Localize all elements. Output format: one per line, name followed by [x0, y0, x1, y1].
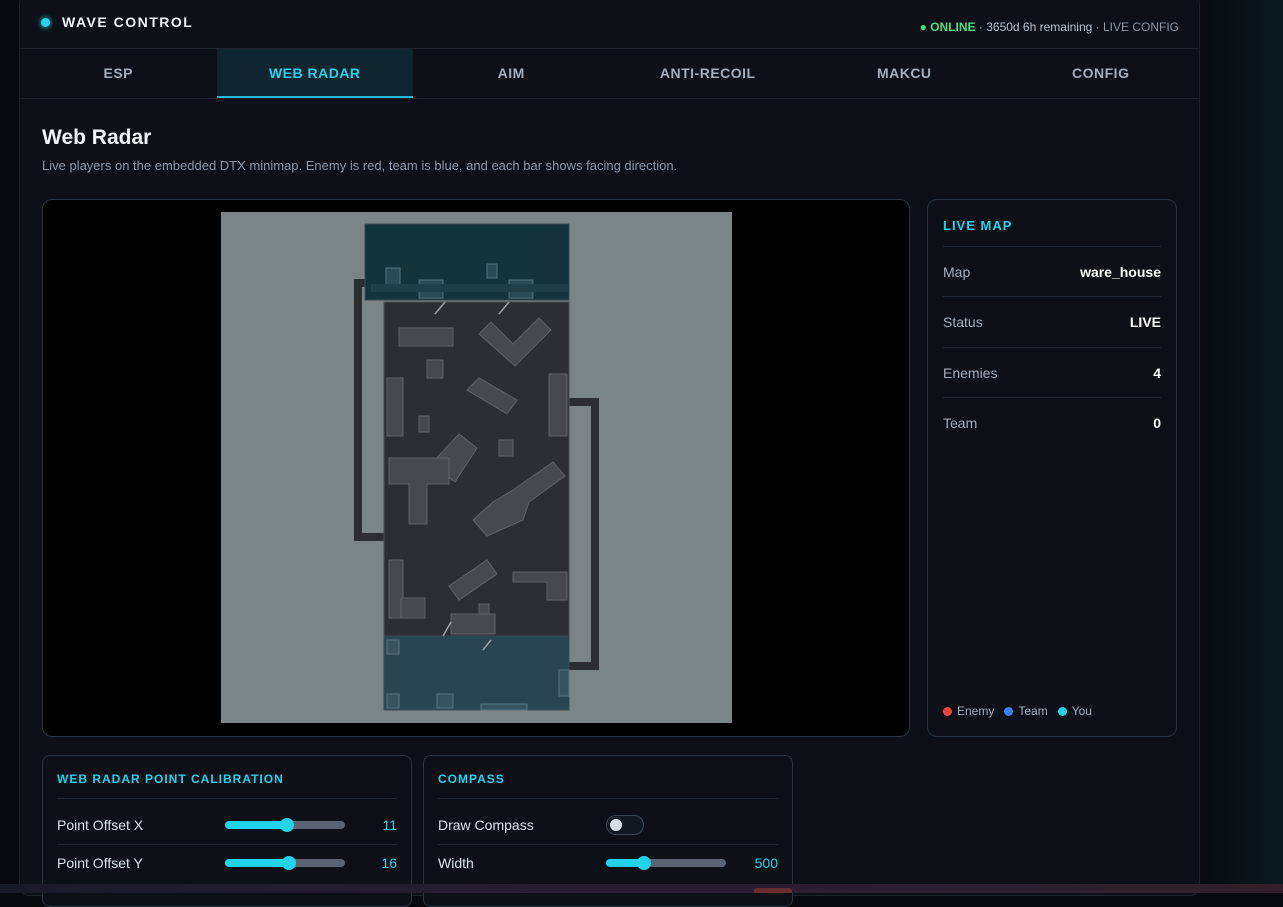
team-dot-icon: [1004, 707, 1013, 716]
legend-you: You: [1058, 704, 1092, 718]
tab-makcu[interactable]: MAKCU: [806, 49, 1003, 98]
tab-esp[interactable]: ESP: [20, 49, 217, 98]
map-value: ware_house: [1080, 264, 1161, 280]
enemies-value: 4: [1153, 365, 1161, 381]
draw-compass-label: Draw Compass: [438, 817, 606, 833]
map-label: Map: [943, 264, 970, 280]
width-label: Width: [438, 855, 606, 871]
compass-title: COMPASS: [438, 772, 505, 786]
tab-anti-recoil[interactable]: ANTI-RECOIL: [610, 49, 807, 98]
width-value: 500: [755, 855, 778, 871]
team-row: Team 0: [943, 397, 1161, 448]
you-dot-icon: [1058, 707, 1067, 716]
offset-x-slider[interactable]: [225, 821, 345, 829]
offset-x-value: 11: [382, 817, 397, 833]
status-label: Status: [943, 314, 983, 330]
live-map-title: LIVE MAP: [943, 218, 1012, 233]
brand: WAVE CONTROL: [41, 14, 193, 30]
config-mode: · LIVE CONFIG: [1096, 20, 1179, 34]
radar-legend: Enemy Team You: [943, 704, 1092, 718]
offset-y-label: Point Offset Y: [57, 855, 225, 871]
offset-y-slider[interactable]: [225, 859, 345, 867]
legend-you-label: You: [1072, 704, 1092, 718]
enemies-label: Enemies: [943, 365, 997, 381]
brand-title: WAVE CONTROL: [62, 14, 193, 30]
draw-compass-row: Draw Compass: [438, 806, 778, 844]
offset-x-label: Point Offset X: [57, 817, 225, 833]
minimap-image: [221, 212, 732, 723]
calibration-title: WEB RADAR POINT CALIBRATION: [57, 772, 284, 786]
legend-team: Team: [1004, 704, 1047, 718]
status-value: LIVE: [1130, 314, 1161, 330]
online-status: ● ONLINE: [920, 20, 976, 34]
main-panel: WAVE CONTROL ● ONLINE · 3650d 6h remaini…: [19, 0, 1200, 896]
offset-y-knob[interactable]: [282, 856, 296, 870]
time-remaining: · 3650d 6h remaining: [979, 20, 1092, 34]
tab-config[interactable]: CONFIG: [1003, 49, 1200, 98]
live-map-card: LIVE MAP Map ware_house Status LIVE Enem…: [927, 199, 1177, 737]
tab-aim[interactable]: AIM: [413, 49, 610, 98]
taskbar-item[interactable]: [754, 888, 792, 893]
top-bar: WAVE CONTROL ● ONLINE · 3650d 6h remaini…: [20, 1, 1199, 49]
page-subtitle: Live players on the embedded DTX minimap…: [42, 158, 677, 173]
license-status: ● ONLINE · 3650d 6h remaining · LIVE CON…: [920, 20, 1179, 34]
divider: [438, 798, 778, 799]
enemy-dot-icon: [943, 707, 952, 716]
width-slider[interactable]: [606, 859, 726, 867]
legend-enemy: Enemy: [943, 704, 994, 718]
divider: [57, 798, 397, 799]
offset-x-row: Point Offset X 11: [57, 806, 397, 844]
legend-enemy-label: Enemy: [957, 704, 994, 718]
status-dot-icon: [41, 18, 50, 27]
width-knob[interactable]: [637, 856, 651, 870]
width-row: Width 500: [438, 844, 778, 882]
offset-x-knob[interactable]: [280, 818, 294, 832]
page-title: Web Radar: [42, 126, 151, 150]
radar-map-view[interactable]: [42, 199, 910, 737]
tab-bar: ESP WEB RADAR AIM ANTI-RECOIL MAKCU CONF…: [20, 49, 1199, 99]
offset-y-value: 16: [381, 855, 397, 871]
team-label: Team: [943, 415, 977, 431]
offset-y-row: Point Offset Y 16: [57, 844, 397, 882]
toggle-knob: [610, 819, 622, 831]
tab-web-radar[interactable]: WEB RADAR: [217, 49, 414, 98]
map-row: Map ware_house: [943, 246, 1161, 297]
team-value: 0: [1153, 415, 1161, 431]
draw-compass-toggle[interactable]: [606, 815, 644, 835]
legend-team-label: Team: [1018, 704, 1047, 718]
taskbar-strip: [0, 884, 1283, 893]
offset-x-fill: [225, 821, 287, 829]
status-row: Status LIVE: [943, 296, 1161, 347]
enemies-row: Enemies 4: [943, 347, 1161, 398]
offset-y-fill: [225, 859, 289, 867]
